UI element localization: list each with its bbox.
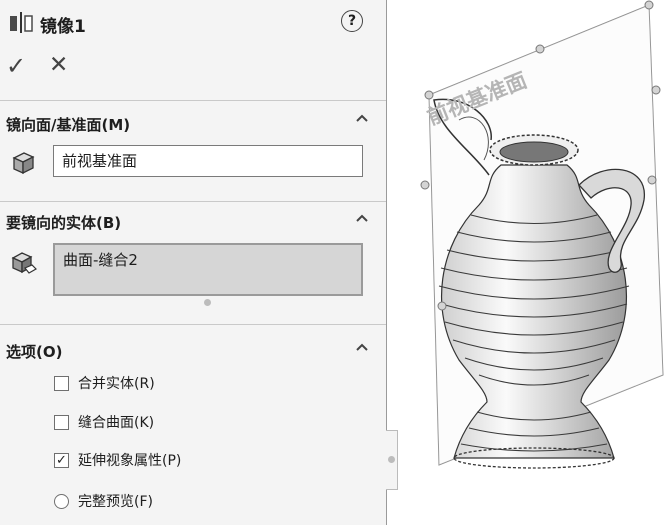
chevron-up-icon[interactable] (355, 341, 369, 357)
knit-surfaces-checkbox[interactable] (54, 414, 69, 430)
solid-body-icon (10, 250, 38, 280)
feature-title: 镜像1 (40, 17, 86, 37)
options-section-title: 选项(O) (6, 343, 63, 361)
merge-bodies-label: 合并实体(R) (78, 376, 155, 392)
full-preview-label: 完整预览(F) (78, 494, 153, 510)
propagate-visual-label: 延伸视象属性(P) (78, 453, 182, 469)
help-icon[interactable]: ? (341, 10, 363, 32)
bodies-section-title: 要镜向的实体(B) (6, 214, 122, 232)
propagate-visual-checkbox[interactable]: ✓ (54, 452, 69, 468)
mirror-face-value: 前视基准面 (62, 152, 138, 170)
property-manager-panel: 镜像1 ? ✓ ✕ 镜向面/基准面(M) 前视基准面 要镜向的实体(B) 曲面-… (0, 0, 387, 525)
merge-bodies-option[interactable]: 合并实体(R) (54, 373, 155, 393)
chevron-up-icon[interactable] (355, 112, 369, 128)
full-preview-option[interactable]: 完整预览(F) (54, 491, 153, 511)
plane-cube-icon (10, 150, 36, 180)
resize-handle[interactable] (204, 299, 211, 306)
propagate-visual-option[interactable]: ✓ 延伸视象属性(P) (54, 450, 181, 470)
cancel-button[interactable]: ✕ (49, 52, 68, 78)
vase-model: 前视基准面 (420, 0, 664, 469)
knit-surfaces-label: 缝合曲面(K) (78, 415, 155, 431)
mirror-face-field[interactable]: 前视基准面 (53, 145, 363, 177)
chevron-up-icon[interactable] (355, 212, 369, 228)
bodies-list-item[interactable]: 曲面-缝合2 (63, 251, 138, 269)
merge-bodies-checkbox[interactable] (54, 375, 69, 391)
bodies-list[interactable]: 曲面-缝合2 (53, 243, 363, 296)
splitter-handle[interactable] (388, 456, 395, 463)
mirror-feature-icon (8, 10, 34, 38)
full-preview-radio[interactable] (54, 493, 69, 509)
ok-button[interactable]: ✓ (6, 52, 26, 80)
knit-surfaces-option[interactable]: 缝合曲面(K) (54, 412, 154, 432)
graphics-viewport[interactable]: 前视基准面 (399, 0, 664, 525)
mirror-face-section-title: 镜向面/基准面(M) (6, 116, 131, 134)
